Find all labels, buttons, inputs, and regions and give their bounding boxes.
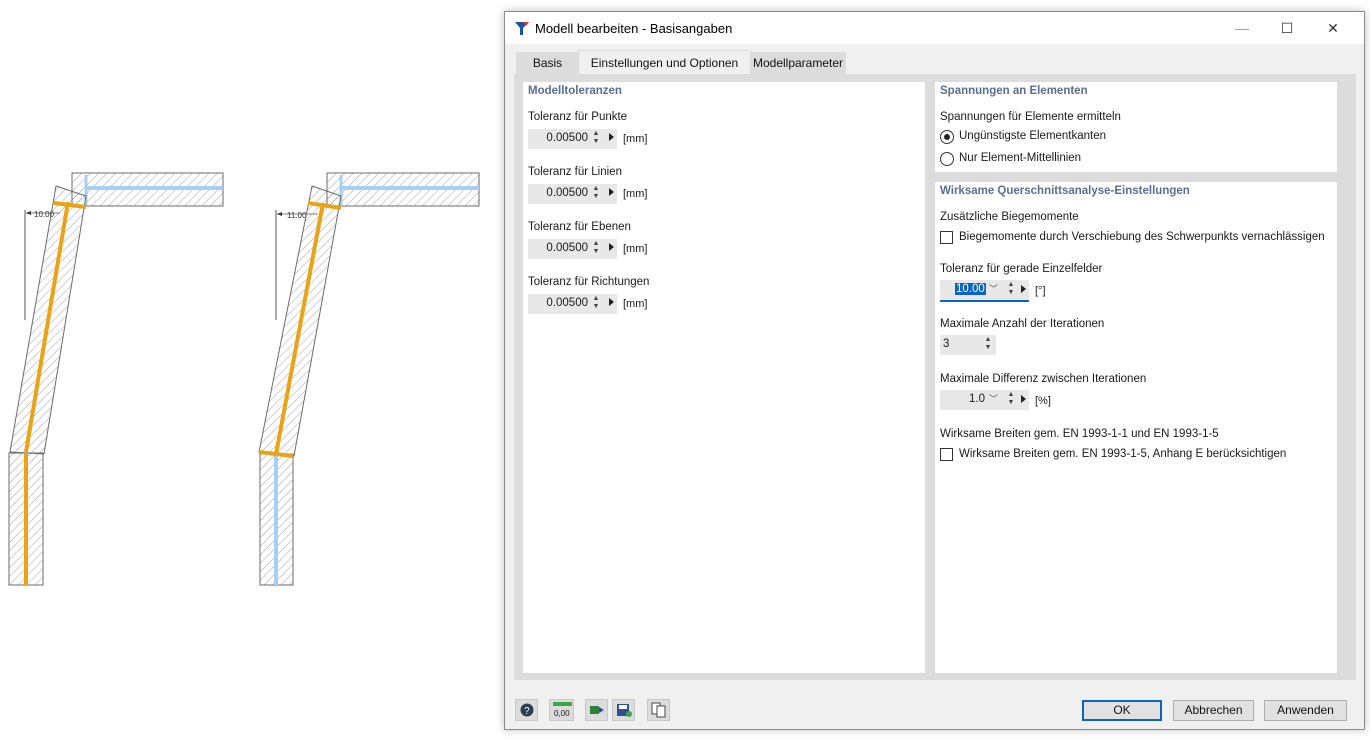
max-iterationen-label: Maximale Anzahl der Iterationen xyxy=(940,318,1105,330)
title-bar[interactable]: Modell bearbeiten - Basisangaben — ☐ ✕ xyxy=(505,12,1364,44)
cross-section-drawing: 10.00 11.00 xyxy=(8,172,480,586)
max-differenz-unit: [%] xyxy=(1035,395,1051,407)
expand-arrow-icon[interactable] xyxy=(609,243,614,251)
save-settings-icon xyxy=(617,704,632,717)
tab-modellparameter[interactable]: Modellparameter xyxy=(750,52,846,74)
toleranz-punkte-label: Toleranz für Punkte xyxy=(528,111,628,123)
toleranz-linien-value: 0.00500 xyxy=(546,187,588,199)
cancel-button[interactable]: Abbrechen xyxy=(1173,700,1254,721)
toleranz-einzelfelder-value: 10.00 xyxy=(955,283,986,295)
tab-content: Modelltoleranzen Toleranz für Punkte 0.0… xyxy=(514,74,1356,680)
max-iterationen-input[interactable]: 3 ▲ ▼ xyxy=(940,335,996,355)
expand-arrow-icon[interactable] xyxy=(609,133,614,141)
dialog-title: Modell bearbeiten - Basisangaben xyxy=(535,21,733,36)
toleranz-ebenen-value: 0.00500 xyxy=(546,242,588,254)
svg-text:?: ? xyxy=(524,706,530,717)
minimize-button[interactable]: — xyxy=(1219,12,1265,44)
toleranz-richtungen-value: 0.00500 xyxy=(546,297,588,309)
detail-left: 10.00 xyxy=(8,172,224,586)
spannungen-subtitle: Spannungen für Elemente ermitteln xyxy=(940,111,1121,123)
checkbox-icon[interactable] xyxy=(940,231,953,244)
toleranz-linien-unit: [mm] xyxy=(623,188,648,200)
dimension-right: 11.00 xyxy=(287,211,307,220)
expand-arrow-icon[interactable] xyxy=(1021,285,1026,293)
toleranz-ebenen-unit: [mm] xyxy=(623,243,648,255)
svg-text:0,00: 0,00 xyxy=(554,709,570,718)
spin-arrows-icon[interactable]: ▲ ▼ xyxy=(592,295,600,311)
toleranz-punkte-unit: [mm] xyxy=(623,133,648,145)
checkbox-icon[interactable] xyxy=(940,448,953,461)
model-info-icon xyxy=(590,706,604,714)
modelltoleranzen-panel: Modelltoleranzen Toleranz für Punkte 0.0… xyxy=(523,82,925,673)
toleranz-einzelfelder-input[interactable]: 10.00 ﹀ ▲ ▼ xyxy=(940,280,1029,302)
chevron-down-icon[interactable]: ﹀ xyxy=(989,282,998,295)
toleranz-punkte-input[interactable]: 0.00500 ▲ ▼ xyxy=(528,129,617,149)
units-button[interactable]: 0,00 xyxy=(549,699,574,721)
expand-arrow-icon[interactable] xyxy=(1021,395,1026,403)
toleranz-punkte-value: 0.00500 xyxy=(546,132,588,144)
toleranz-linien-input[interactable]: 0.00500 ▲ ▼ xyxy=(528,184,617,204)
help-button[interactable]: ? xyxy=(515,699,538,721)
max-differenz-value: 1.0 xyxy=(969,393,985,405)
toleranz-einzelfelder-unit: [°] xyxy=(1035,285,1046,297)
save-settings-button[interactable] xyxy=(612,699,635,721)
radio-unselected-icon[interactable] xyxy=(940,152,954,166)
spin-arrows-icon[interactable]: ▲ ▼ xyxy=(592,130,600,146)
copy-button[interactable] xyxy=(647,699,670,721)
section-title-spannungen: Spannungen an Elementen xyxy=(940,85,1088,97)
model-info-button[interactable] xyxy=(585,699,608,721)
biegemomente-label: Zusätzliche Biegemomente xyxy=(940,211,1079,223)
toleranz-ebenen-label: Toleranz für Ebenen xyxy=(528,221,631,233)
radio-label: Ungünstigste Elementkanten xyxy=(959,130,1107,142)
radio-selected-icon[interactable] xyxy=(940,130,954,144)
toleranz-richtungen-input[interactable]: 0.00500 ▲ ▼ xyxy=(528,294,617,314)
app-logo-icon xyxy=(514,20,530,36)
copy-icon xyxy=(651,702,666,718)
wirksame-querschnitt-panel: Wirksame Querschnittsanalyse-Einstellung… xyxy=(935,182,1337,673)
chevron-down-icon[interactable]: ﹀ xyxy=(989,392,998,405)
expand-arrow-icon[interactable] xyxy=(609,188,614,196)
toleranz-ebenen-input[interactable]: 0.00500 ▲ ▼ xyxy=(528,239,617,259)
help-icon: ? xyxy=(520,703,534,717)
tab-basis[interactable]: Basis xyxy=(516,52,579,74)
close-button[interactable]: ✕ xyxy=(1310,12,1356,44)
toleranz-richtungen-label: Toleranz für Richtungen xyxy=(528,276,650,288)
checkbox-label: Biegemomente durch Verschiebung des Schw… xyxy=(959,231,1325,243)
ok-button[interactable]: OK xyxy=(1082,700,1162,721)
toleranz-einzelfelder-label: Toleranz für gerade Einzelfelder xyxy=(940,263,1103,275)
spin-arrows-icon[interactable]: ▲ ▼ xyxy=(592,240,600,256)
edit-model-dialog: Modell bearbeiten - Basisangaben — ☐ ✕ B… xyxy=(504,11,1365,730)
toleranz-richtungen-unit: [mm] xyxy=(623,298,648,310)
max-differenz-input[interactable]: 1.0 ﹀ ▲ ▼ xyxy=(940,390,1029,410)
expand-arrow-icon[interactable] xyxy=(609,298,614,306)
checkbox-label: Wirksame Breiten gem. EN 1993-1-5, Anhan… xyxy=(959,448,1287,460)
radio-label: Nur Element-Mittellinien xyxy=(959,152,1082,164)
spin-arrows-icon[interactable]: ▲ ▼ xyxy=(592,185,600,201)
spin-arrows-icon[interactable]: ▲ ▼ xyxy=(984,336,992,352)
section-title-modelltoleranzen: Modelltoleranzen xyxy=(528,85,622,97)
tab-einstellungen-und-optionen[interactable]: Einstellungen und Optionen xyxy=(578,50,751,74)
toleranz-linien-label: Toleranz für Linien xyxy=(528,166,622,178)
apply-button[interactable]: Anwenden xyxy=(1264,700,1347,721)
units-icon: 0,00 xyxy=(553,702,572,718)
detail-right: 11.00 xyxy=(258,172,480,586)
maximize-button[interactable]: ☐ xyxy=(1264,12,1310,44)
spin-arrows-icon[interactable]: ▲ ▼ xyxy=(1007,281,1015,297)
spin-arrows-icon[interactable]: ▲ ▼ xyxy=(1007,391,1015,407)
max-iterationen-value: 3 xyxy=(943,338,950,350)
section-title-wirksame: Wirksame Querschnittsanalyse-Einstellung… xyxy=(940,185,1190,197)
wirksame-breiten-label: Wirksame Breiten gem. EN 1993-1-1 und EN… xyxy=(940,428,1219,440)
max-differenz-label: Maximale Differenz zwischen Iterationen xyxy=(940,373,1147,385)
spannungen-panel: Spannungen an Elementen Spannungen für E… xyxy=(935,82,1337,172)
